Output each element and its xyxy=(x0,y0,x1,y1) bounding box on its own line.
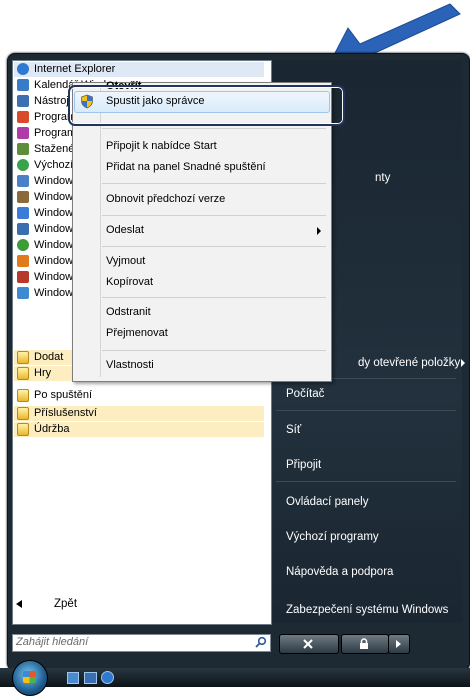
folder-icon xyxy=(17,367,29,380)
divider xyxy=(102,183,326,184)
folder-icon xyxy=(17,389,29,402)
calendar-icon xyxy=(17,79,29,91)
recent-items[interactable]: dy otevřené položky xyxy=(358,357,460,369)
menu-item-restore-versions[interactable]: Obnovit předchozí verze xyxy=(106,193,225,205)
menu-item-properties[interactable]: Vlastnosti xyxy=(106,359,154,371)
start-button[interactable] xyxy=(12,660,48,696)
back-button[interactable]: Zpět xyxy=(14,596,264,616)
divider xyxy=(102,246,326,247)
program-item-internet-explorer[interactable]: Internet Explorer xyxy=(14,62,264,77)
folder-icon xyxy=(17,351,29,364)
windows-calendar-icon xyxy=(17,207,29,219)
security-link[interactable]: Zabezpečení systému Windows xyxy=(286,604,448,616)
menu-item-quick-launch[interactable]: Přidat na panel Snadné spuštění xyxy=(106,161,266,173)
show-desktop-icon[interactable] xyxy=(67,672,79,684)
windows-logo-icon xyxy=(23,671,36,683)
divider xyxy=(276,410,456,411)
divider xyxy=(102,297,326,298)
divider xyxy=(102,128,326,129)
folder-item[interactable]: Údržba xyxy=(14,422,264,437)
power-options-button[interactable] xyxy=(388,634,410,654)
power-buttons xyxy=(279,634,410,654)
menu-item-send-to[interactable]: Odeslat xyxy=(106,224,144,236)
folder-item[interactable]: Po spuštění xyxy=(14,388,264,403)
lock-button[interactable] xyxy=(341,634,389,654)
menu-item-copy[interactable]: Kopírovat xyxy=(106,276,153,288)
default-programs-link[interactable]: Výchozí programy xyxy=(286,531,379,543)
folder-icon xyxy=(17,423,29,436)
windows-media-center-icon xyxy=(17,239,29,251)
default-programs-icon xyxy=(17,159,29,171)
windows-media-player-icon xyxy=(17,255,29,267)
menu-item-rename[interactable]: Přejmenovat xyxy=(106,327,168,339)
callout-highlight-box xyxy=(68,85,345,126)
tool-icon xyxy=(17,95,29,107)
menu-item-cut[interactable]: Vyjmout xyxy=(106,255,145,267)
windows-movie-maker-icon xyxy=(17,271,29,283)
windows-update-icon xyxy=(17,287,29,299)
help-link[interactable]: Nápověda a podpora xyxy=(286,566,393,578)
program-icon-2 xyxy=(17,127,29,139)
internet-explorer-icon xyxy=(17,63,29,75)
submenu-arrow-icon xyxy=(461,359,465,367)
folder-icon xyxy=(17,407,29,420)
search-input[interactable]: Zahájit hledání xyxy=(12,634,271,652)
taskbar xyxy=(0,668,470,687)
search-icon[interactable] xyxy=(255,636,267,648)
folder-item[interactable]: Příslušenství xyxy=(14,406,264,421)
submenu-arrow-icon xyxy=(317,227,321,235)
context-menu-items: Otevřít Spustit jako správce Připojit k … xyxy=(72,80,330,380)
right-item-partial[interactable]: nty xyxy=(375,172,390,184)
lock-icon xyxy=(360,638,368,649)
windows-contacts-icon xyxy=(17,191,29,203)
divider xyxy=(102,350,326,351)
back-arrow-icon xyxy=(16,600,22,608)
shutdown-button[interactable] xyxy=(279,634,339,654)
divider xyxy=(276,481,456,482)
connect-link[interactable]: Připojit xyxy=(286,459,321,471)
program-icon xyxy=(17,111,29,123)
people-icon xyxy=(17,143,29,155)
network-link[interactable]: Síť xyxy=(286,424,301,436)
control-panel-link[interactable]: Ovládací panely xyxy=(286,496,368,508)
divider xyxy=(102,215,326,216)
menu-item-pin-start[interactable]: Připojit k nabídce Start xyxy=(106,140,217,152)
menu-item-delete[interactable]: Odstranit xyxy=(106,306,151,318)
arrow-right-icon xyxy=(396,640,401,648)
switch-windows-icon[interactable] xyxy=(84,672,97,684)
windows-fax-icon xyxy=(17,223,29,235)
windows-card-icon xyxy=(17,175,29,187)
close-icon xyxy=(303,639,313,649)
internet-explorer-icon[interactable] xyxy=(101,671,114,684)
computer-link[interactable]: Počítač xyxy=(286,388,324,400)
